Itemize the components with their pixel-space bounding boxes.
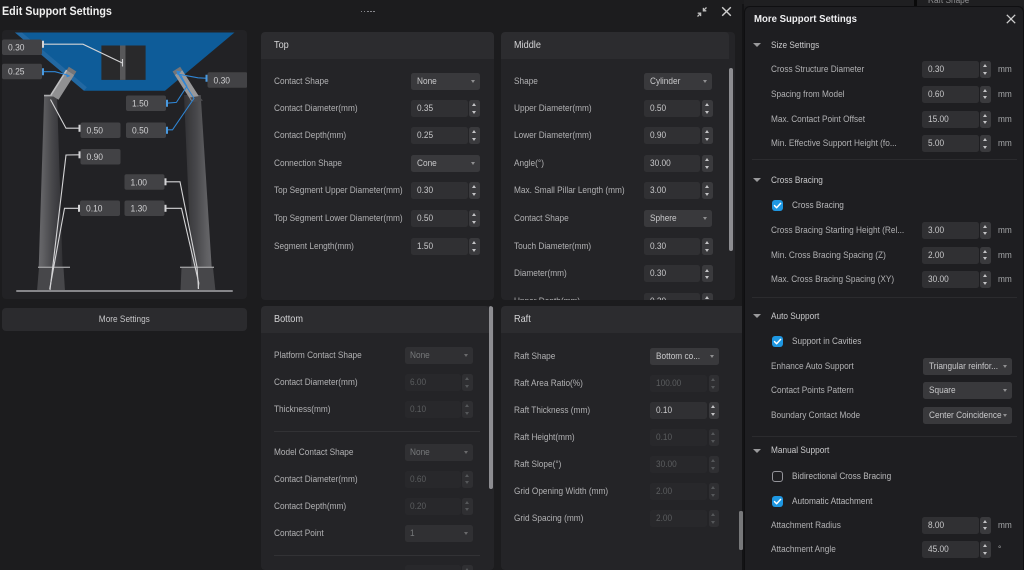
svg-text:0.50: 0.50: [87, 126, 104, 137]
svg-text:0.50: 0.50: [132, 126, 149, 137]
svg-text:1.00: 1.00: [131, 177, 148, 188]
svg-text:1.30: 1.30: [131, 204, 148, 215]
svg-text:0.25: 0.25: [8, 67, 25, 78]
svg-text:0.90: 0.90: [87, 152, 104, 163]
svg-text:0.30: 0.30: [214, 75, 231, 86]
svg-text:0.30: 0.30: [8, 43, 25, 54]
svg-text:1.50: 1.50: [132, 99, 149, 110]
svg-text:0.10: 0.10: [86, 204, 103, 215]
